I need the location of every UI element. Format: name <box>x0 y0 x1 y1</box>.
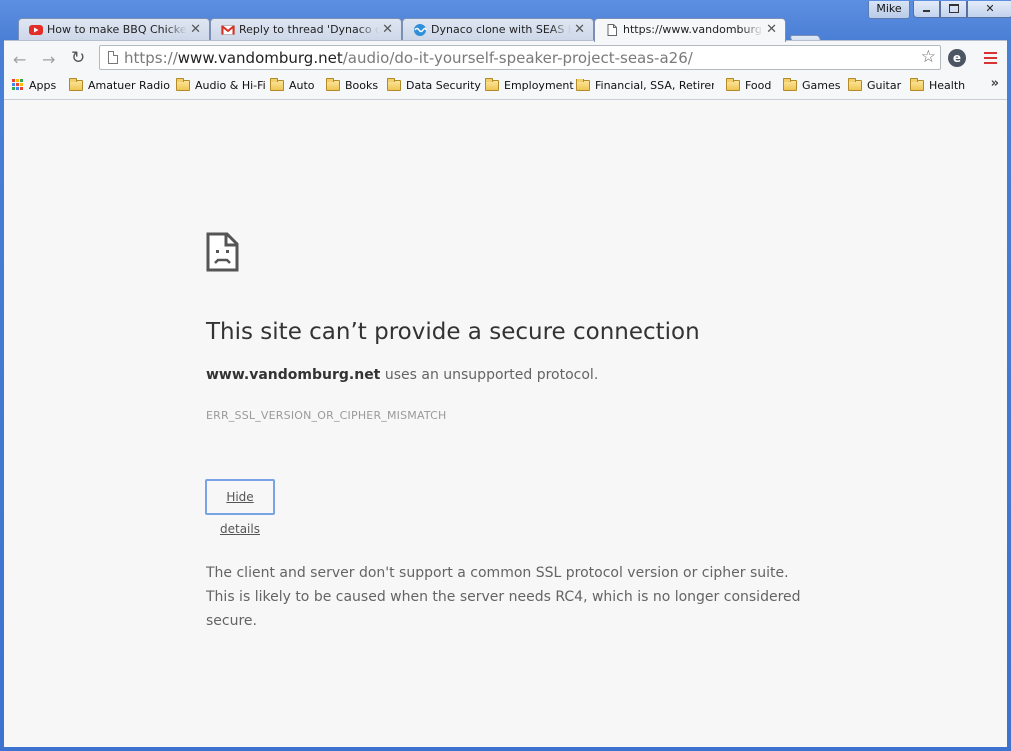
menu-icon[interactable] <box>984 52 997 67</box>
folder-icon <box>485 78 499 91</box>
tab-bbq-chicken[interactable]: How to make BBQ Chicken - I ✕ <box>18 18 210 41</box>
back-arrow-icon[interactable]: ← <box>13 50 26 69</box>
bookmark-folder-audio-hifi[interactable]: Audio & Hi-Fi <box>176 78 266 92</box>
bookmark-label: Financial, SSA, Retireme <box>595 79 714 92</box>
bookmark-label: Data Security <box>406 79 481 92</box>
bookmark-label: Books <box>345 79 379 92</box>
bookmark-folder-food[interactable]: Food <box>726 78 772 92</box>
error-details-text: The client and server don't support a co… <box>206 565 801 629</box>
folder-icon <box>783 78 797 91</box>
apps-grid-icon <box>12 79 24 91</box>
tab-close-icon[interactable]: ✕ <box>574 22 585 37</box>
tab-close-icon[interactable]: ✕ <box>766 22 777 37</box>
reload-icon[interactable]: ↻ <box>71 48 85 68</box>
bookmark-folder-auto[interactable]: Auto <box>270 78 315 92</box>
youtube-icon <box>29 25 43 35</box>
folder-icon <box>726 78 740 91</box>
bookmarks-bar: Apps Amatuer Radio Audio & Hi-Fi Auto Bo… <box>4 73 1007 100</box>
sad-file-icon <box>206 232 239 272</box>
bookmark-folder-games[interactable]: Games <box>783 78 841 92</box>
bookmark-folder-employment[interactable]: Employment <box>485 78 574 92</box>
tab-title: https://www.vandomburg.ne <box>623 23 763 36</box>
folder-icon <box>387 78 401 91</box>
bookmark-label: Health <box>929 79 966 92</box>
page-icon <box>607 24 617 36</box>
bookmark-folder-books[interactable]: Books <box>326 78 379 92</box>
bookmark-label: Food <box>745 79 772 92</box>
folder-icon <box>176 78 190 91</box>
tab-close-icon[interactable]: ✕ <box>382 22 393 37</box>
browser-toolbar: ← → ↻ https://www.vandomburg.net/audio/d… <box>4 40 1007 74</box>
page-info-icon[interactable] <box>108 51 118 64</box>
tab-title: How to make BBQ Chicken - I <box>47 23 187 36</box>
tab-gmail-reply[interactable]: Reply to thread 'Dynaco clon ✕ <box>210 18 402 41</box>
bookmark-label: Audio & Hi-Fi <box>195 79 266 92</box>
bookmark-folder-data-security[interactable]: Data Security <box>387 78 481 92</box>
tab-close-icon[interactable]: ✕ <box>190 22 201 37</box>
tab-vandomburg[interactable]: https://www.vandomburg.ne ✕ <box>594 18 786 42</box>
bookmark-label: Amatuer Radio <box>88 79 170 92</box>
bookmark-star-icon[interactable]: ☆ <box>921 47 936 67</box>
url-host: www.vandomburg.net <box>177 49 343 67</box>
folder-icon <box>576 79 590 91</box>
hide-details-button[interactable]: Hide details <box>205 479 275 536</box>
bookmarks-overflow-icon[interactable]: » <box>991 76 999 91</box>
url-scheme: https:// <box>124 49 178 67</box>
minimize-icon <box>923 10 930 12</box>
tab-title: Reply to thread 'Dynaco clon <box>239 23 379 36</box>
error-description: www.vandomburg.net uses an unsupported p… <box>206 367 598 383</box>
bookmark-label: Guitar <box>867 79 902 92</box>
bookmark-label: Apps <box>29 79 57 92</box>
folder-icon <box>270 78 284 91</box>
bookmark-label: Games <box>802 79 841 92</box>
error-title: This site can’t provide a secure connect… <box>206 319 700 345</box>
folder-icon <box>848 78 862 91</box>
address-bar[interactable]: https://www.vandomburg.net/audio/do-it-y… <box>99 45 941 70</box>
bookmark-label: Employment <box>504 79 574 92</box>
url-path: /audio/do-it-yourself-speaker-project-se… <box>342 49 693 67</box>
bookmark-folder-financial[interactable]: Financial, SSA, Retireme <box>576 79 714 92</box>
bookmark-label: Auto <box>289 79 315 92</box>
error-host: www.vandomburg.net <box>206 367 381 383</box>
tab-title: Dynaco clone with SEAS Exoti <box>431 23 571 36</box>
error-code: ERR_SSL_VERSION_OR_CIPHER_MISMATCH <box>206 409 447 422</box>
tab-dynaco-clone[interactable]: Dynaco clone with SEAS Exoti ✕ <box>402 18 594 41</box>
forward-arrow-icon[interactable]: → <box>42 50 55 69</box>
browser-window: Mike ✕ How to make BBQ Chicken - I ✕ Rep… <box>0 0 1011 751</box>
error-page: This site can’t provide a secure connect… <box>4 100 1007 747</box>
folder-icon <box>326 78 340 91</box>
tab-strip: How to make BBQ Chicken - I ✕ Reply to t… <box>0 14 1011 51</box>
forum-icon <box>414 24 427 36</box>
folder-icon <box>910 78 924 91</box>
bookmark-apps[interactable]: Apps <box>12 79 56 92</box>
extension-icon[interactable]: e <box>948 49 966 67</box>
bookmark-folder-health[interactable]: Health <box>910 78 966 92</box>
folder-icon <box>69 78 83 91</box>
error-description-suffix: uses an unsupported protocol. <box>380 367 599 383</box>
restore-icon <box>949 4 959 13</box>
gmail-icon <box>221 25 235 35</box>
bookmark-folder-guitar[interactable]: Guitar <box>848 78 902 92</box>
url-text[interactable]: https://www.vandomburg.net/audio/do-it-y… <box>124 49 693 67</box>
bookmark-folder-amatuer-radio[interactable]: Amatuer Radio <box>69 78 170 92</box>
